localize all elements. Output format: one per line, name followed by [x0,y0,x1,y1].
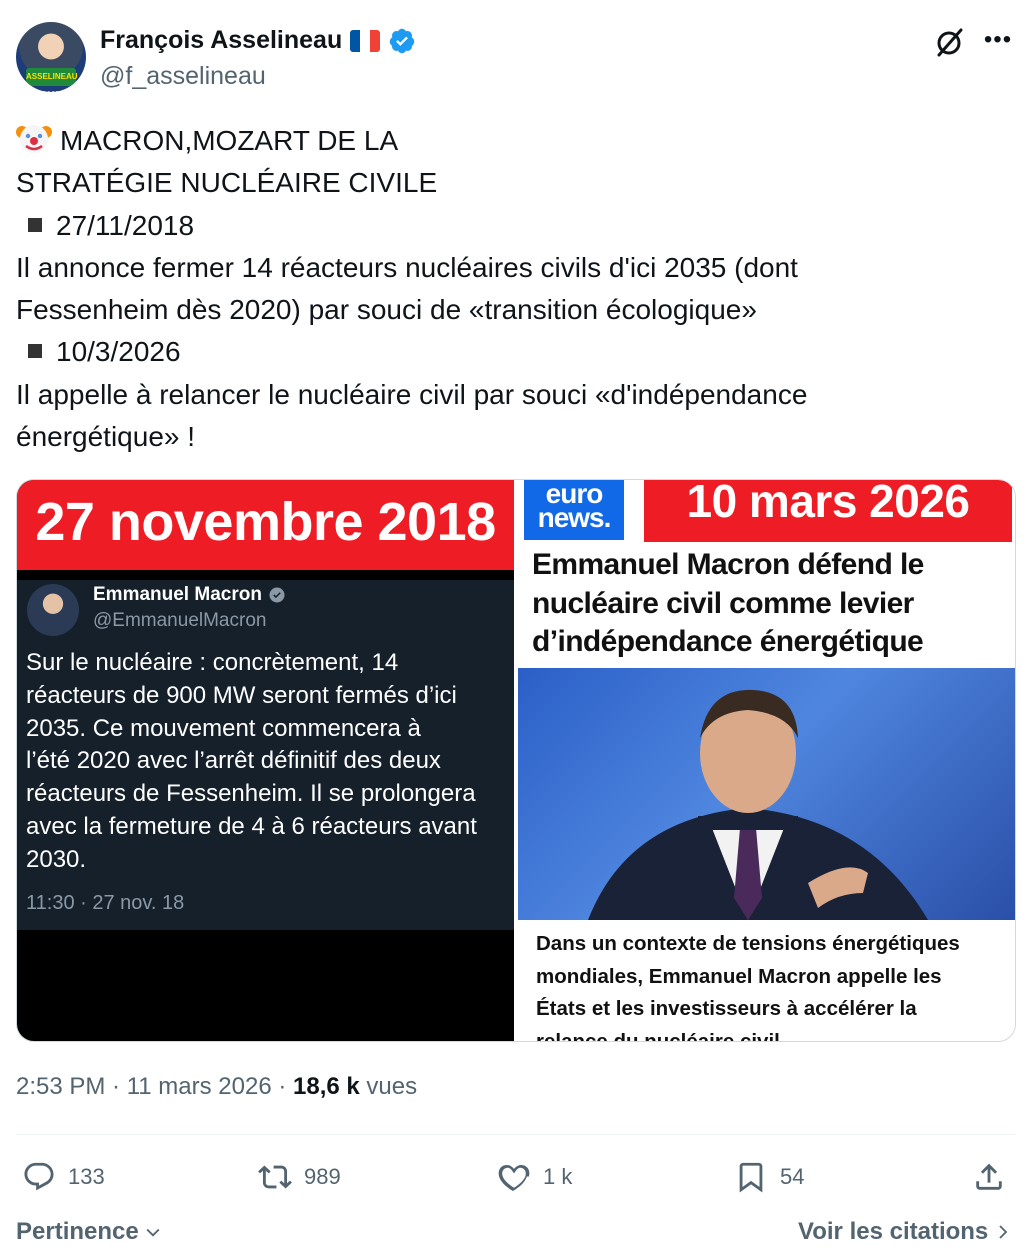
avatar-badge: ASSELINEAU 2027 [26,68,78,92]
tweet-media[interactable]: 27 novembre 2018 Emmanuel Macron @Emmanu… [16,479,1016,1042]
tweet-line: Il appelle à relancer le nucléaire civil… [16,378,808,410]
square-bullet-icon [28,217,42,232]
quotes-label: Voir les citations [798,1218,989,1245]
square-bullet-icon [28,344,42,359]
bookmark-button[interactable]: 54 [734,1160,804,1194]
view-quotes-link[interactable]: Voir les citations [798,1218,1012,1246]
meta-separator: · [105,1073,127,1100]
headline-line: Emmanuel Macron défend le [532,548,924,581]
tweet-line: 27/11/2018 [16,205,916,247]
author-handle[interactable]: @f_asselineau [100,62,266,91]
quoted-line: réacteurs de 900 MW seront fermés d’ici [26,681,457,709]
article-photo [518,668,1015,920]
tweet-line: MACRON,MOZART DE LA [16,120,916,162]
share-button[interactable] [972,1160,1006,1194]
media-right-image[interactable]: euro news. 10 mars 2026 Emmanuel Macron … [518,480,1015,1042]
bookmark-count: 54 [780,1164,805,1189]
tweet-line: STRATÉGIE NUCLÉAIRE CIVILE [16,167,438,199]
reply-icon [24,1162,54,1191]
views-count: 18,6 k [293,1073,360,1100]
chevron-right-icon [999,1225,1008,1239]
tweet-line: Fessenheim dès 2020) par souci de «trans… [16,294,757,326]
desc-line: mondiales, Emmanuel Macron appelle les [536,964,942,988]
tweet-meta: 2:53 PM · 11 mars 2026 · 18,6 k vues [16,1073,417,1101]
quoted-line: 2030. [26,845,87,873]
quoted-handle: @EmmanuelMacron [93,610,267,631]
quoted-body: Sur le nucléaire : concrètement, 14 réac… [26,647,512,877]
tweet-date[interactable]: 11 mars 2026 [127,1073,272,1100]
like-button[interactable]: 1 k [497,1160,572,1194]
euronews-logo: euro news. [524,480,624,540]
quoted-line: Sur le nucléaire : concrètement, 14 [26,649,399,676]
headline-line: nucléaire civil comme levier [532,586,914,620]
tweet-line-text: 10/3/2026 [56,336,181,368]
meta-separator: · [271,1073,294,1100]
divider [16,1134,1016,1135]
clown-emoji-icon [16,125,52,153]
desc-line: relance du nucléaire civil [536,1029,780,1042]
repost-button[interactable]: 989 [258,1160,341,1194]
article-headline: Emmanuel Macron défend le nucléaire civi… [532,546,1012,662]
tweet-line: Il annonce fermer 14 réacteurs nucléaire… [16,251,798,283]
reply-count: 133 [68,1164,105,1189]
quoted-avatar [27,584,79,636]
quoted-line: 2035. Ce mouvement commencera à [26,714,421,742]
reply-button[interactable]: 133 [22,1160,105,1194]
article-description: Dans un contexte de tensions énergétique… [536,928,1006,1042]
more-options-icon[interactable]: ••• [982,28,1014,54]
desc-line: États et les investisseurs à accélérer l… [536,997,917,1020]
tweet-line-text: MACRON,MOZART DE LA [60,125,399,156]
speaker-illustration [588,689,928,920]
quoted-name: Emmanuel Macron [93,584,262,605]
share-icon [976,1163,1002,1190]
desc-line: Dans un contexte de tensions énergétique… [536,932,960,955]
tweet-line: énergétique» ! [16,421,196,453]
tweet-text: MACRON,MOZART DE LA STRATÉGIE NUCLÉAIRE … [16,120,916,458]
tweet-line-text: 27/11/2018 [56,209,195,241]
tweet-time[interactable]: 2:53 PM [16,1073,105,1100]
quoted-time: 11:30 · 27 nov. 18 [26,892,185,914]
sort-dropdown[interactable]: Pertinence [16,1218,163,1246]
heart-icon [498,1164,530,1191]
grok-icon[interactable] [934,26,966,58]
headline-line: d’indépendance énergétique [532,625,924,658]
sort-label: Pertinence [16,1218,139,1245]
author-name[interactable]: François Asselineau [100,26,342,55]
logo-line: news. [537,502,612,533]
verified-badge-icon [389,28,415,53]
quoted-line: réacteurs de Fessenheim. Il se prolonger… [26,780,476,808]
quoted-name-row: Emmanuel Macron [93,584,286,606]
france-flag-icon [350,29,381,52]
repost-count: 989 [304,1164,341,1189]
quoted-line: l’été 2020 avec l’arrêt définitif des de… [26,747,441,775]
media-left-image[interactable]: 27 novembre 2018 Emmanuel Macron @Emmanu… [17,480,514,1041]
quoted-verified-icon [269,587,285,603]
author-avatar[interactable]: ASSELINEAU 2027 [16,22,86,92]
views-label: vues [359,1073,418,1100]
like-count: 1 k [543,1164,573,1189]
right-date-banner: 10 mars 2026 [644,480,1012,542]
repost-icon [258,1165,292,1189]
author-name-row: François Asselineau [100,26,416,55]
tweet-line: 10/3/2026 [16,331,916,373]
chevron-down-icon [146,1228,160,1237]
quoted-line: avec la fermeture de 4 à 6 réacteurs ava… [26,812,477,840]
info-icon[interactable] [956,416,980,440]
left-date-banner: 27 novembre 2018 [17,480,514,570]
bookmark-icon [739,1162,763,1193]
